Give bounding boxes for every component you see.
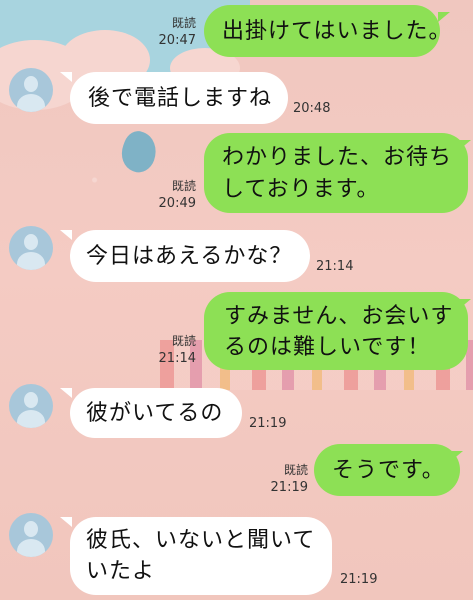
message-text-line: わかりました、お待ち <box>222 145 453 170</box>
bubble-tail <box>60 72 72 82</box>
bubble-tail <box>60 230 72 240</box>
message-meta: 既読 21:14 <box>152 333 196 367</box>
message-text-line: 出掛けてはいました。 <box>222 19 452 44</box>
avatar-body <box>17 539 45 557</box>
message-time: 20:48 <box>293 101 331 116</box>
read-receipt: 既読 <box>171 179 196 193</box>
read-receipt: 既読 <box>171 334 196 348</box>
read-receipt: 既読 <box>171 16 196 30</box>
avatar-body <box>17 94 45 112</box>
default-user-avatar-icon <box>24 76 38 92</box>
message-text-line: 後で電話しますね <box>88 86 273 111</box>
message-bubble[interactable]: 今日はあえるかな？ <box>70 230 310 282</box>
default-user-avatar-icon <box>24 521 38 537</box>
message-time: 21:14 <box>316 259 354 274</box>
message-time: 20:49 <box>158 196 196 211</box>
message-bubble[interactable]: そうです。 <box>314 444 460 496</box>
message-text-line: 彼氏、いないと聞いて <box>86 528 316 553</box>
message-bubble[interactable]: わかりました、お待ち しております。 <box>204 133 468 213</box>
background-splash <box>116 127 162 177</box>
bubble-tail <box>451 451 463 461</box>
bubble-tail <box>60 388 72 398</box>
message-time: 21:19 <box>340 572 378 587</box>
message-text-line: すみません、お会いす <box>224 304 454 329</box>
avatar[interactable] <box>9 226 53 270</box>
message-bubble[interactable]: すみません、お会いす るのは難しいです！ <box>204 292 468 370</box>
message-text-line: るのは難しいです！ <box>224 335 431 360</box>
message-bubble[interactable]: 後で電話しますね <box>70 72 288 124</box>
read-receipt: 既読 <box>283 463 308 477</box>
avatar-body <box>17 252 45 270</box>
message-text-line: 彼がいてるの <box>86 401 224 426</box>
message-bubble[interactable]: 彼がいてるの <box>70 388 242 438</box>
message-bubble[interactable]: 出掛けてはいました。 <box>204 5 451 57</box>
message-text-line: そうです。 <box>332 458 445 483</box>
bubble-tail <box>60 517 72 527</box>
avatar[interactable] <box>9 513 53 557</box>
bubble-tail <box>438 12 450 22</box>
bubble-tail <box>459 299 471 309</box>
message-meta: 既読 20:49 <box>150 178 196 212</box>
avatar[interactable] <box>9 384 53 428</box>
message-meta: 既読 21:19 <box>264 462 308 496</box>
message-time: 20:47 <box>158 33 196 48</box>
avatar-body <box>17 410 45 428</box>
message-bubble[interactable]: 彼氏、いないと聞いて いたよ <box>70 517 332 595</box>
message-text-line: しております。 <box>222 177 380 202</box>
bubble-tail <box>459 140 471 150</box>
message-time: 21:14 <box>158 351 196 366</box>
message-text-line: いたよ <box>86 559 156 584</box>
message-text-line: 今日はあえるかな？ <box>86 244 293 269</box>
default-user-avatar-icon <box>24 392 38 408</box>
default-user-avatar-icon <box>24 234 38 250</box>
message-time: 21:19 <box>249 416 287 431</box>
message-meta: 既読 20:47 <box>150 15 196 49</box>
message-time: 21:19 <box>270 480 308 495</box>
avatar[interactable] <box>9 68 53 112</box>
